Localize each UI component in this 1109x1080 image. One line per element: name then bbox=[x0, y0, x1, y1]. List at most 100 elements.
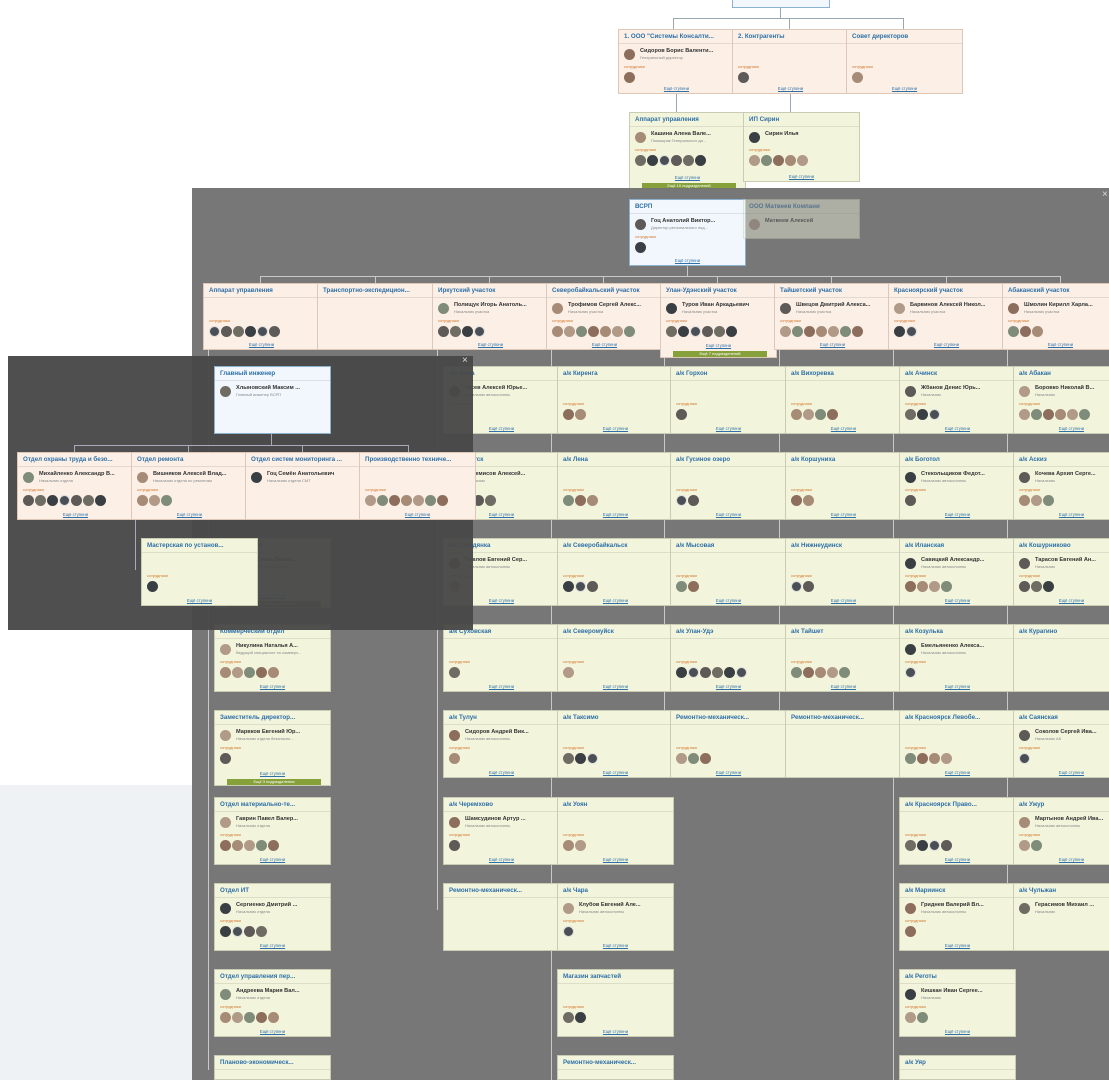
card-manager[interactable]: Шамсудинов Артур ... Начальник автоколонн… bbox=[444, 812, 559, 832]
more-levels-link[interactable]: Ещё ступени bbox=[18, 512, 133, 517]
card-manager[interactable]: Савицкий Александр... Начальник автоколон… bbox=[900, 553, 1015, 573]
avatar-icon[interactable] bbox=[905, 989, 916, 1000]
avatar-icon[interactable] bbox=[676, 667, 687, 678]
card-title[interactable]: Совет директоров bbox=[847, 30, 962, 44]
avatar-icon[interactable] bbox=[917, 1012, 928, 1023]
avatar-icon[interactable] bbox=[1079, 409, 1090, 420]
avatar-icon[interactable] bbox=[232, 840, 243, 851]
avatar-icon[interactable] bbox=[929, 840, 940, 851]
more-levels-link[interactable]: Ещё ступени bbox=[558, 684, 673, 689]
org-card[interactable]: Совет директоров сотрудники Ещё ступени bbox=[846, 29, 963, 94]
org-card[interactable]: Отдел управления пер... Андреева Мария Ва… bbox=[214, 969, 331, 1037]
avatar-icon[interactable] bbox=[828, 326, 839, 337]
card-manager[interactable]: Стекольщиков Федот... Начальник автоколон… bbox=[900, 467, 1015, 487]
more-levels-link[interactable]: Ещё ступени bbox=[900, 684, 1015, 689]
manager-name[interactable]: Матвеев Алексей bbox=[765, 218, 857, 224]
avatar-icon[interactable] bbox=[624, 49, 635, 60]
manager-name[interactable]: Соколов Сергей Ива... bbox=[1035, 729, 1109, 735]
avatar-icon[interactable] bbox=[1019, 753, 1030, 764]
avatar-icon[interactable] bbox=[256, 926, 267, 937]
avatar-icon[interactable] bbox=[221, 326, 232, 337]
more-levels-link[interactable]: Ещё ступени bbox=[215, 771, 330, 776]
avatar-icon[interactable] bbox=[905, 753, 916, 764]
avatar-icon[interactable] bbox=[905, 840, 916, 851]
card-title[interactable]: Северобайкальский участок bbox=[547, 284, 662, 298]
card-manager[interactable]: Швецов Дмитрий Алекса... Начальник участк… bbox=[775, 298, 890, 318]
org-card[interactable]: а/к Аскиз Кочева Архип Серге... Начальник с… bbox=[1013, 452, 1109, 520]
avatar-icon[interactable] bbox=[635, 242, 646, 253]
avatar-icon[interactable] bbox=[244, 926, 255, 937]
more-levels-link[interactable]: Ещё ступени bbox=[1014, 512, 1109, 517]
card-title[interactable]: а/к Иланская bbox=[900, 539, 1015, 553]
avatar-icon[interactable] bbox=[563, 753, 574, 764]
avatar-icon[interactable] bbox=[588, 326, 599, 337]
avatar-icon[interactable] bbox=[450, 326, 461, 337]
card-manager[interactable]: Хлыновский Максим ... Главный инженер ВСР… bbox=[215, 381, 330, 401]
avatar-icon[interactable] bbox=[804, 326, 815, 337]
more-levels-link[interactable]: Ещё ступени bbox=[671, 426, 786, 431]
card-title[interactable]: а/к Реготы bbox=[900, 970, 1015, 984]
more-levels-link[interactable]: Ещё ступени bbox=[671, 684, 786, 689]
card-manager[interactable]: Емельяненко Алекса... Начальник автоколон… bbox=[900, 639, 1015, 659]
card-manager[interactable]: Кочева Архип Серге... Начальник bbox=[1014, 467, 1109, 487]
org-card[interactable]: а/к Горхон сотрудники Ещё ступени bbox=[670, 366, 787, 434]
card-title[interactable]: а/к Вихоревка bbox=[786, 367, 901, 381]
card-title[interactable]: Улан-Удэнский участок bbox=[661, 284, 776, 298]
org-card[interactable]: Ремонтно-механическ... bbox=[785, 710, 902, 778]
avatar-icon[interactable] bbox=[780, 303, 791, 314]
org-card[interactable]: а/к Ачинск Жбанов Денис Юрь... Начальник со… bbox=[899, 366, 1016, 434]
avatar-icon[interactable] bbox=[437, 495, 448, 506]
org-card[interactable]: а/к Уяр bbox=[899, 1055, 1016, 1080]
avatar-icon[interactable] bbox=[401, 495, 412, 506]
card-manager[interactable]: Сидоров Андрей Вик... Начальник автоколон… bbox=[444, 725, 559, 745]
card-title[interactable]: 2. Контрагенты bbox=[733, 30, 848, 44]
more-levels-link[interactable]: Ещё ступени bbox=[132, 512, 247, 517]
manager-name[interactable]: Гоц Семён Анатольевич bbox=[267, 471, 359, 477]
avatar-icon[interactable] bbox=[917, 409, 928, 420]
more-levels-link[interactable]: Ещё ступени bbox=[630, 258, 745, 263]
avatar-icon[interactable] bbox=[792, 326, 803, 337]
avatar-icon[interactable] bbox=[676, 409, 687, 420]
card-manager[interactable]: Андреева Мария Вал... Начальник отдела bbox=[215, 984, 330, 1004]
more-levels-link[interactable]: Ещё ступени bbox=[744, 174, 859, 179]
manager-name[interactable]: Кашина Алена Вале... bbox=[651, 131, 743, 137]
manager-name[interactable]: Тарасов Евгений Ан... bbox=[1035, 557, 1109, 563]
avatar-icon[interactable] bbox=[688, 495, 699, 506]
avatar-icon[interactable] bbox=[365, 495, 376, 506]
avatar-icon[interactable] bbox=[726, 326, 737, 337]
avatar-icon[interactable] bbox=[612, 326, 623, 337]
avatar-icon[interactable] bbox=[1032, 326, 1043, 337]
avatar-icon[interactable] bbox=[803, 581, 814, 592]
org-card[interactable]: Улан-Удэнский участок Туров Иван Аркадьев… bbox=[660, 283, 777, 358]
more-levels-link[interactable]: Ещё ступени bbox=[900, 512, 1015, 517]
card-title[interactable]: а/к Тайшет bbox=[786, 625, 901, 639]
card-title[interactable]: а/к Козулька bbox=[900, 625, 1015, 639]
card-title[interactable]: Отдел охраны труда и безо... bbox=[18, 453, 133, 467]
avatar-icon[interactable] bbox=[917, 581, 928, 592]
avatar-icon[interactable] bbox=[71, 495, 82, 506]
org-card[interactable]: а/к Суховская сотрудники Ещё ступени bbox=[443, 624, 560, 692]
org-card[interactable]: а/к Чара Клубов Евгений Але... Начальник а… bbox=[557, 883, 674, 951]
card-manager[interactable]: Герасимов Михаил ... Начальник bbox=[1014, 898, 1109, 918]
org-card[interactable]: Аппарат управления сотрудники Ещё ступени bbox=[203, 283, 320, 350]
avatar-icon[interactable] bbox=[413, 495, 424, 506]
more-levels-link[interactable]: Ещё ступени bbox=[786, 512, 901, 517]
avatar-icon[interactable] bbox=[220, 753, 231, 764]
avatar-icon[interactable] bbox=[1019, 472, 1030, 483]
avatar-icon[interactable] bbox=[256, 1012, 267, 1023]
avatar-icon[interactable] bbox=[905, 386, 916, 397]
avatar-icon[interactable] bbox=[485, 495, 496, 506]
avatar-icon[interactable] bbox=[220, 1012, 231, 1023]
card-title[interactable]: Главный инженер bbox=[215, 367, 330, 381]
card-title[interactable]: а/к Красноярск Левобе... bbox=[900, 711, 1015, 725]
avatar-icon[interactable] bbox=[852, 326, 863, 337]
avatar-icon[interactable] bbox=[905, 581, 916, 592]
avatar-icon[interactable] bbox=[563, 903, 574, 914]
org-card[interactable]: 2. Контрагенты сотрудники Ещё ступени bbox=[732, 29, 849, 94]
manager-name[interactable]: Кишкан Иван Сергее... bbox=[921, 988, 1013, 994]
card-manager[interactable]: Гаврин Павел Валер... Начальник отдела bbox=[215, 812, 330, 832]
card-title[interactable]: а/к Мариинск bbox=[900, 884, 1015, 898]
more-levels-link[interactable]: Ещё ступени bbox=[775, 342, 890, 347]
more-levels-link[interactable]: Ещё ступени bbox=[558, 598, 673, 603]
avatar-icon[interactable] bbox=[563, 667, 574, 678]
